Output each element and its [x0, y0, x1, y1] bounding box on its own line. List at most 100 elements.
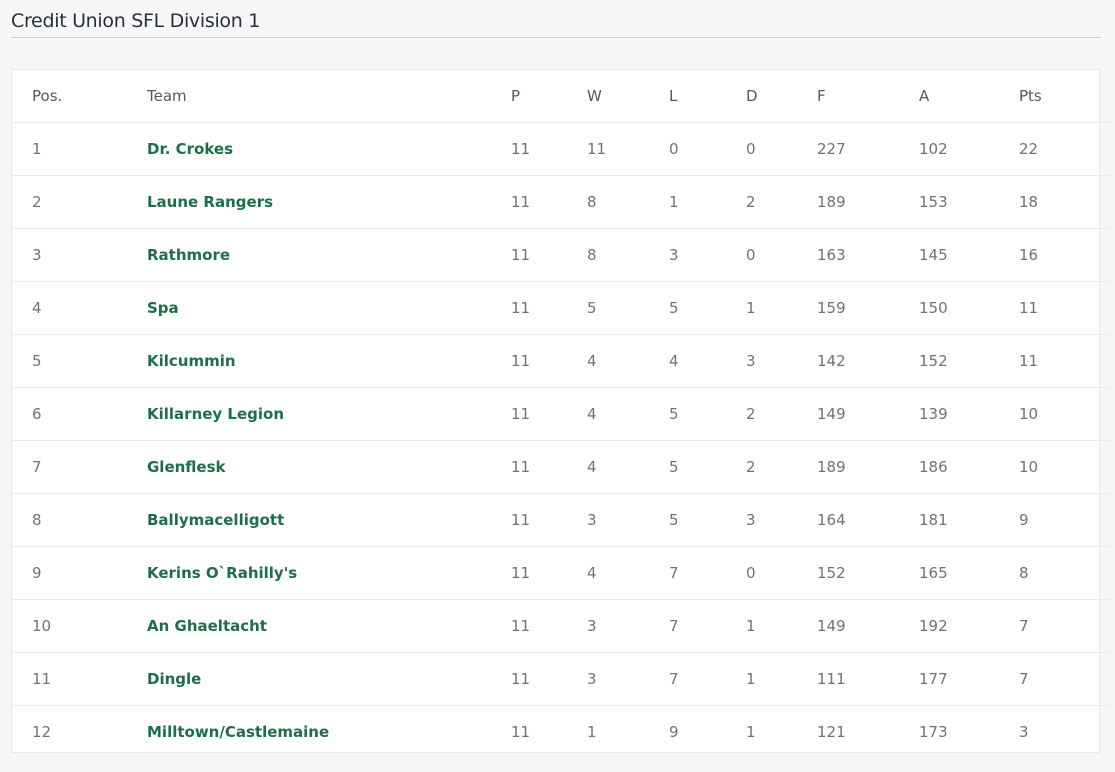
cell-against: 192: [919, 599, 1019, 653]
cell-against: 139: [919, 387, 1019, 441]
cell-for: 164: [817, 493, 919, 547]
cell-pos: 4: [12, 281, 147, 335]
cell-won: 4: [587, 387, 669, 441]
team-link[interactable]: Dingle: [147, 652, 511, 706]
table-row: 5 Kilcummin 11 4 4 3 142 152 11: [12, 334, 1111, 388]
table-row: 9 Kerins O`Rahilly's 11 4 7 0 152 165 8: [12, 546, 1111, 600]
header-pos: Pos.: [12, 70, 147, 123]
table-row: 4 Spa 11 5 5 1 159 150 11: [12, 281, 1111, 335]
cell-lost: 3: [669, 228, 746, 282]
cell-lost: 7: [669, 652, 746, 706]
cell-against: 153: [919, 175, 1019, 229]
cell-points: 22: [1019, 122, 1111, 176]
team-link[interactable]: Kilcummin: [147, 334, 511, 388]
cell-played: 11: [511, 387, 587, 441]
cell-points: 16: [1019, 228, 1111, 282]
table-row: 7 Glenflesk 11 4 5 2 189 186 10: [12, 440, 1111, 494]
cell-against: 173: [919, 723, 948, 741]
league-table: Pos. Team P W L D F A Pts 1 Dr. Crokes 11 1…: [12, 70, 1111, 758]
cell-for: 189: [817, 440, 919, 494]
cell-lost: 5: [669, 440, 746, 494]
cell-lost: 9: [669, 723, 679, 741]
cell-drawn: 1: [746, 599, 817, 653]
cell-drawn: 1: [746, 281, 817, 335]
cell-for: 159: [817, 281, 919, 335]
cell-pos: 12: [32, 723, 52, 741]
cell-drawn: 3: [746, 493, 817, 547]
header-d: D: [746, 70, 817, 123]
header-l: L: [669, 70, 746, 123]
header-pts: Pts: [1019, 70, 1111, 123]
cell-won: 1: [587, 723, 597, 741]
cell-lost: 7: [669, 546, 746, 600]
cell-points: 11: [1019, 334, 1111, 388]
cell-for: 111: [817, 652, 919, 706]
cell-won: 3: [587, 599, 669, 653]
cell-pos: 11: [12, 652, 147, 706]
team-link[interactable]: Laune Rangers: [147, 175, 511, 229]
table-header: Pos. Team P W L D F A Pts: [12, 70, 1111, 123]
cell-won: 8: [587, 228, 669, 282]
cell-played: 11: [511, 281, 587, 335]
cell-against: 177: [919, 652, 1019, 706]
table-row: 3 Rathmore 11 8 3 0 163 145 16: [12, 228, 1111, 282]
team-link[interactable]: An Ghaeltacht: [147, 599, 511, 653]
cell-points: 10: [1019, 440, 1111, 494]
cell-points: 18: [1019, 175, 1111, 229]
cell-lost: 5: [669, 493, 746, 547]
cell-played: 11: [511, 175, 587, 229]
cell-for: 142: [817, 334, 919, 388]
page: Credit Union SFL Division 1 Pos. Team P …: [0, 0, 1115, 772]
cell-for: 152: [817, 546, 919, 600]
cell-against: 150: [919, 281, 1019, 335]
team-link[interactable]: Ballymacelligott: [147, 493, 511, 547]
team-link[interactable]: Rathmore: [147, 228, 511, 282]
cell-played: 11: [511, 228, 587, 282]
cell-played: 11: [511, 122, 587, 176]
cell-lost: 0: [669, 122, 746, 176]
table-row: 12 Milltown/Castlemaine 11 1 9 1 121 173 3: [12, 706, 1111, 759]
cell-won: 3: [587, 652, 669, 706]
cell-drawn: 0: [746, 122, 817, 176]
cell-against: 165: [919, 546, 1019, 600]
cell-played: 11: [511, 652, 587, 706]
team-link[interactable]: Spa: [147, 281, 511, 335]
cell-for: 149: [817, 387, 919, 441]
cell-points: 10: [1019, 387, 1111, 441]
cell-for: 163: [817, 228, 919, 282]
team-link[interactable]: Glenflesk: [147, 440, 511, 494]
league-table-card: Pos. Team P W L D F A Pts 1 Dr. Crokes 11 1…: [11, 69, 1111, 753]
header-a: A: [919, 70, 1019, 123]
table-row: 8 Ballymacelligott 11 3 5 3 164 181 9: [12, 493, 1111, 547]
team-link[interactable]: Dr. Crokes: [147, 122, 511, 176]
cell-drawn: 1: [746, 652, 817, 706]
cell-against: 152: [919, 334, 1019, 388]
header-row: Pos. Team P W L D F A Pts: [12, 70, 1111, 123]
cell-for: 121: [817, 723, 846, 741]
team-link[interactable]: Milltown/Castlemaine: [147, 706, 511, 759]
header-w: W: [587, 70, 669, 123]
cell-pos: 7: [12, 440, 147, 494]
cell-drawn: 1: [746, 723, 756, 741]
cell-pos: 1: [12, 122, 147, 176]
cell-against: 181: [919, 493, 1019, 547]
cell-played: 11: [511, 546, 587, 600]
cell-for: 149: [817, 599, 919, 653]
cell-drawn: 2: [746, 440, 817, 494]
cell-won: 8: [587, 175, 669, 229]
cell-drawn: 0: [746, 546, 817, 600]
cell-pos: 8: [12, 493, 147, 547]
cell-points: 8: [1019, 546, 1111, 600]
team-link[interactable]: Kerins O`Rahilly's: [147, 546, 511, 600]
header-p: P: [511, 70, 587, 123]
cell-lost: 5: [669, 387, 746, 441]
cell-won: 4: [587, 440, 669, 494]
cell-pos: 6: [12, 387, 147, 441]
team-link[interactable]: Killarney Legion: [147, 387, 511, 441]
cell-points: 7: [1019, 652, 1111, 706]
cell-played: 11: [511, 493, 587, 547]
cell-pos: 10: [12, 599, 147, 653]
table-row: 10 An Ghaeltacht 11 3 7 1 149 192 7: [12, 599, 1111, 653]
table-row: 2 Laune Rangers 11 8 1 2 189 153 18: [12, 175, 1111, 229]
cell-against: 145: [919, 228, 1019, 282]
